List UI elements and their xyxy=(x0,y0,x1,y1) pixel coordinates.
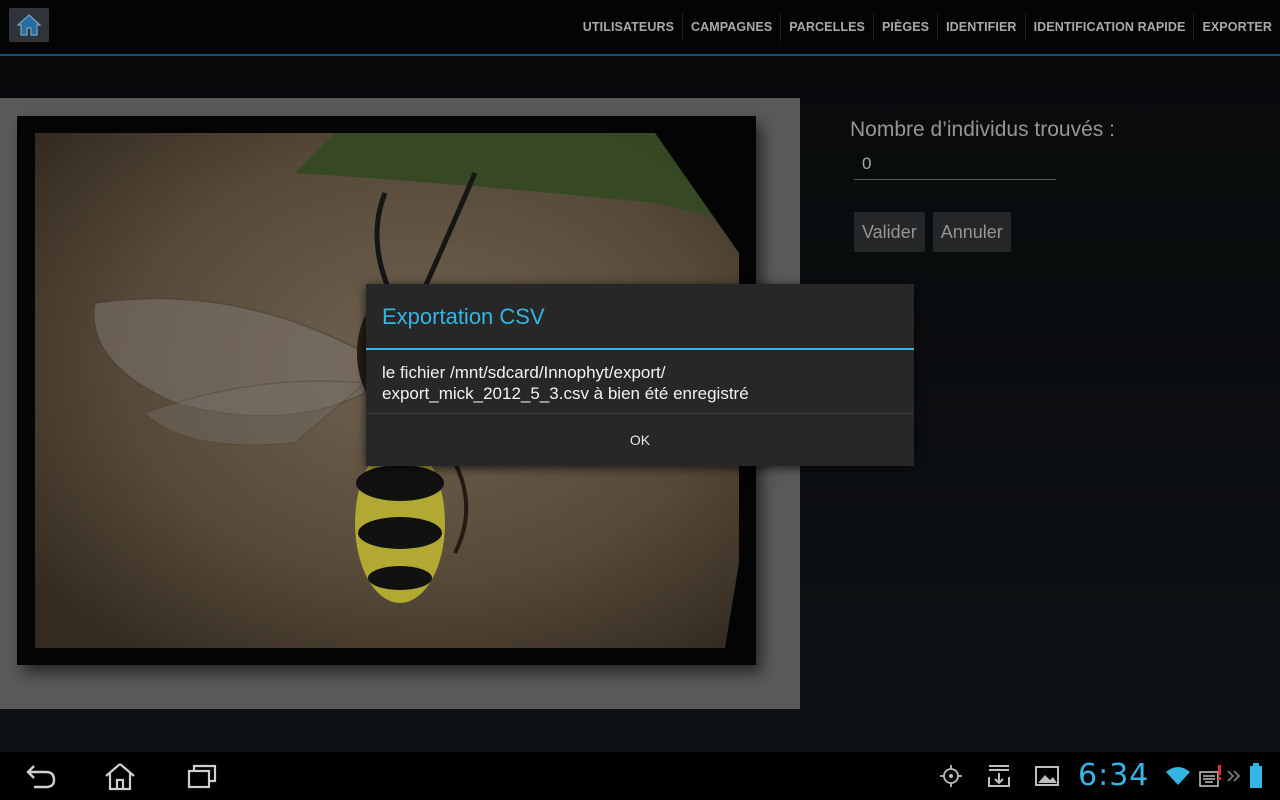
ok-button[interactable]: OK xyxy=(366,413,914,466)
gps-icon xyxy=(938,752,964,800)
export-dialog: Exportation CSV le fichier /mnt/sdcard/I… xyxy=(366,284,914,466)
home-outline-icon xyxy=(105,763,135,791)
dialog-title: Exportation CSV xyxy=(366,284,914,350)
system-bar: 6:34 xyxy=(0,752,1280,800)
dialog-message: le fichier /mnt/sdcard/Innophyt/export/ … xyxy=(366,350,914,412)
recent-apps-icon xyxy=(187,764,217,789)
recent-apps-button[interactable] xyxy=(182,752,222,800)
dialog-message-line1: le fichier /mnt/sdcard/Innophyt/export/ xyxy=(382,363,666,382)
keyboard-alert-icon xyxy=(1198,752,1224,800)
chevron-right-icon xyxy=(1226,752,1242,800)
dialog-message-line2: export_mick_2012_5_3.csv à bien été enre… xyxy=(382,384,749,403)
back-icon xyxy=(26,765,56,789)
wifi-icon xyxy=(1164,752,1192,800)
battery-icon xyxy=(1246,752,1266,800)
download-icon xyxy=(984,752,1014,800)
home-nav-button[interactable] xyxy=(100,752,140,800)
clock: 6:34 xyxy=(1078,758,1150,793)
image-icon xyxy=(1033,752,1061,800)
back-button[interactable] xyxy=(20,752,60,800)
